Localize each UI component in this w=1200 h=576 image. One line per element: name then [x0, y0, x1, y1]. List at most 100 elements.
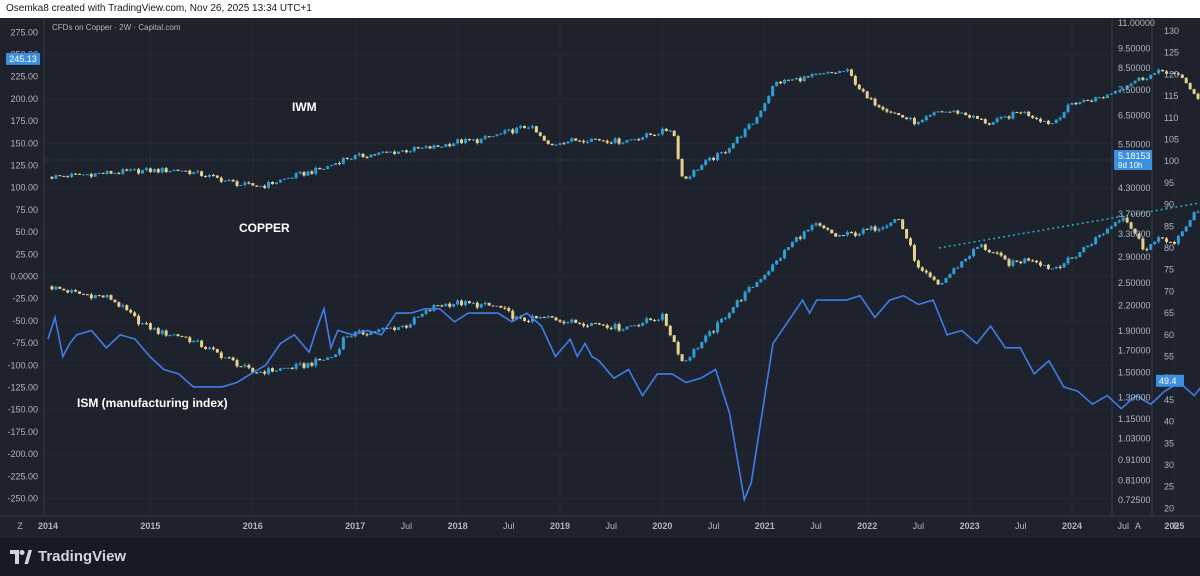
annotation-ism: ISM (manufacturing index) — [77, 396, 228, 410]
candle-body — [960, 261, 964, 268]
candle-body — [735, 137, 739, 144]
candle-body — [66, 176, 70, 178]
tradingview-logo[interactable]: TradingView — [10, 548, 126, 565]
candle-body — [806, 229, 810, 232]
candle-body — [180, 336, 184, 338]
ism-axis-tick-label: 30 — [1164, 460, 1174, 470]
candle-body — [790, 241, 794, 248]
candle-body — [511, 129, 515, 134]
candle-body — [503, 130, 507, 134]
candle-body — [649, 133, 653, 136]
candle-body — [416, 147, 420, 149]
candle-body — [554, 317, 558, 321]
candle-body — [1011, 112, 1015, 119]
candle-body — [274, 182, 278, 185]
candle-body — [125, 305, 129, 311]
candle-body — [404, 325, 408, 328]
candle-body — [885, 109, 889, 112]
candle-body — [684, 360, 688, 362]
candle-body — [692, 348, 696, 358]
candle-body — [231, 357, 235, 361]
candle-body — [822, 225, 826, 229]
candle-body — [420, 147, 424, 149]
copper-axis-tick-label: 11.00000 — [1118, 18, 1155, 28]
candle-body — [905, 229, 909, 239]
candle-body — [534, 126, 538, 133]
candle-body — [223, 357, 227, 359]
candle-body — [1027, 111, 1031, 117]
candle-body — [696, 348, 700, 350]
candle-body — [842, 71, 846, 73]
candle-body — [1019, 112, 1023, 114]
candle-body — [444, 303, 448, 307]
candle-body — [826, 72, 830, 74]
candle-body — [1078, 102, 1082, 105]
candle-body — [200, 340, 204, 347]
candle-body — [117, 302, 121, 307]
candle-body — [1038, 262, 1042, 266]
candle-body — [968, 115, 972, 118]
candle-body — [176, 334, 180, 337]
candle-body — [74, 173, 78, 175]
candle-body — [739, 300, 743, 302]
candle-body — [211, 347, 215, 350]
candle-body — [196, 171, 200, 173]
candle-body — [1050, 123, 1054, 125]
candle-body — [779, 258, 783, 261]
candle-body — [625, 140, 629, 143]
candle-body — [436, 305, 440, 307]
candle-body — [204, 346, 208, 349]
time-axis-tick-label: 2015 — [140, 521, 160, 531]
candle-body — [310, 171, 314, 174]
time-axis-tick-label: 2022 — [857, 521, 877, 531]
candle-body — [712, 331, 716, 333]
ism-axis-tick-label: 35 — [1164, 438, 1174, 448]
candle-body — [1070, 102, 1074, 105]
left-axis-tick-label: -175.00 — [7, 427, 38, 437]
candle-body — [920, 119, 924, 123]
candle-body — [1157, 69, 1161, 74]
candle-body — [491, 305, 495, 307]
candle-body — [897, 219, 901, 221]
candle-body — [782, 250, 786, 259]
candle-body — [523, 317, 527, 321]
candle-body — [168, 171, 172, 173]
candle-body — [558, 320, 562, 322]
candle-body — [334, 354, 338, 358]
candle-body — [731, 143, 735, 149]
candle-body — [672, 130, 676, 137]
candle-body — [798, 237, 802, 239]
ism-axis-tick-label: 60 — [1164, 330, 1174, 340]
candle-body — [109, 295, 113, 300]
candle-body — [428, 146, 432, 149]
candle-body — [180, 170, 184, 172]
candle-body — [727, 148, 731, 153]
copper-axis-tick-label: 2.90000 — [1118, 252, 1151, 262]
candle-body — [270, 368, 274, 372]
candle-body — [424, 146, 428, 148]
candle-body — [172, 334, 176, 336]
candle-body — [334, 163, 338, 166]
candle-body — [156, 169, 160, 173]
left-axis-tick-label: 150.00 — [10, 138, 38, 148]
candle-body — [1196, 93, 1200, 99]
candle-body — [381, 151, 385, 153]
chart-area[interactable]: CFDs on Copper · 2W · Capital.com IWM CO… — [0, 18, 1200, 538]
candle-body — [113, 172, 117, 174]
ism-axis-tick-label: 40 — [1164, 417, 1174, 427]
candle-body — [172, 169, 176, 172]
candle-body — [680, 158, 684, 177]
candle-body — [1094, 237, 1098, 245]
candle-body — [420, 313, 424, 317]
candle-body — [235, 360, 239, 367]
candle-body — [278, 368, 282, 371]
time-axis-tick-label: Jul — [913, 521, 925, 531]
candle-body — [215, 175, 219, 178]
candle-body — [586, 325, 590, 327]
candle-body — [389, 327, 393, 329]
candle-body — [424, 310, 428, 314]
candle-body — [865, 91, 869, 99]
candle-body — [534, 316, 538, 319]
candle-body — [479, 304, 483, 308]
copper-axis-tick-label: 1.50000 — [1118, 367, 1151, 377]
